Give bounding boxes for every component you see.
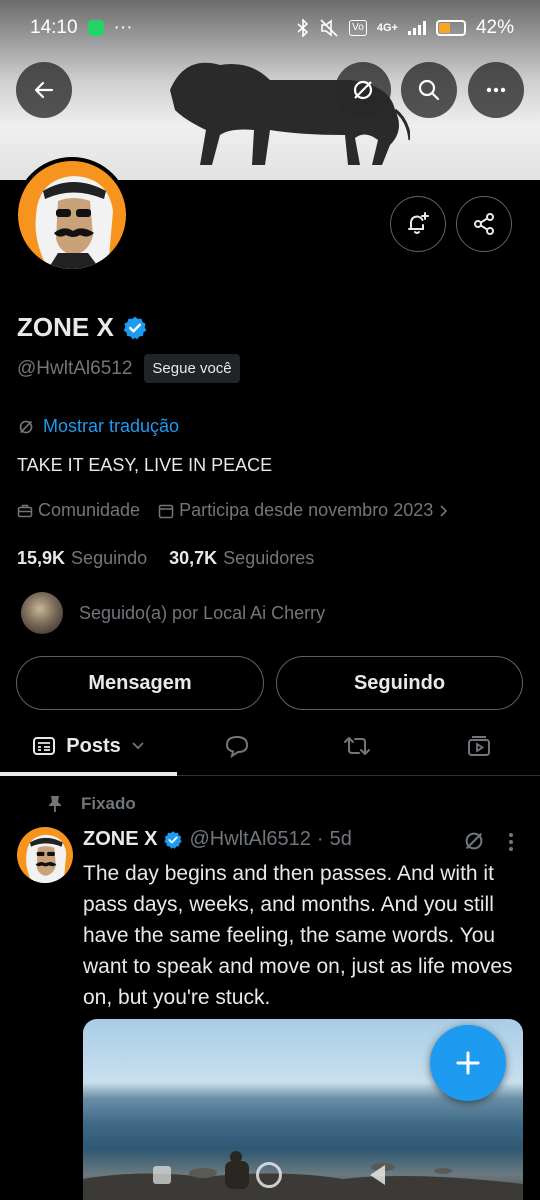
calendar-icon xyxy=(158,504,174,518)
followers-stat[interactable]: 30,7K Seguidores xyxy=(169,548,314,569)
profile-category: Comunidade xyxy=(17,500,140,521)
profile-joined-label: Participa desde novembro 2023 xyxy=(179,500,434,520)
share-button[interactable] xyxy=(456,196,512,252)
more-options-button[interactable] xyxy=(468,62,524,118)
follows-you-badge: Segue você xyxy=(144,354,240,383)
translate-icon xyxy=(353,80,373,100)
post-author-avatar[interactable] xyxy=(17,827,73,883)
plus-icon xyxy=(456,1051,480,1075)
tab-retweets[interactable] xyxy=(297,716,417,776)
avatar-illustration xyxy=(35,176,113,269)
recents-nav-button[interactable] xyxy=(152,1166,171,1184)
profile-category-label: Comunidade xyxy=(38,500,141,520)
show-translation-label[interactable]: Mostrar tradução xyxy=(43,416,179,437)
verified-badge-icon xyxy=(164,830,183,849)
avatar-image xyxy=(18,161,126,269)
battery-percent: 42% xyxy=(475,17,514,38)
battery-icon xyxy=(435,20,466,36)
posts-icon xyxy=(33,737,56,755)
compose-button[interactable] xyxy=(430,1025,506,1101)
tab-media[interactable] xyxy=(417,716,540,776)
home-nav-button[interactable] xyxy=(255,1162,282,1188)
briefcase-icon xyxy=(17,504,33,517)
following-stat[interactable]: 15,9K Seguindo xyxy=(17,548,147,569)
notifications-subscribe-button[interactable] xyxy=(390,196,446,252)
signal-icon xyxy=(407,21,426,35)
pinned-indicator: Fixado xyxy=(47,794,136,814)
profile-name: ZONE X xyxy=(17,312,114,342)
pin-icon xyxy=(49,796,61,812)
following-label: Seguindo xyxy=(71,548,148,568)
post-text: The day begins and then passes. And with… xyxy=(83,862,513,1009)
followed-by-row[interactable]: Seguido(a) por Local Ai Cherry xyxy=(21,592,325,634)
mute-icon xyxy=(320,19,338,37)
search-button[interactable] xyxy=(401,62,457,118)
profile-tabs: Posts xyxy=(0,716,540,776)
retweets-icon xyxy=(344,737,370,755)
followers-count: 30,7K xyxy=(169,548,218,568)
back-button[interactable] xyxy=(16,62,72,118)
pinned-label: Fixado xyxy=(81,794,136,813)
post-avatar-illustration xyxy=(26,834,67,883)
post-author-handle: @HwltAl6512 xyxy=(189,828,311,850)
translate-button[interactable] xyxy=(335,62,391,118)
profile-joined[interactable]: Participa desde novembro 2023 xyxy=(158,500,450,521)
more-horizontal-icon xyxy=(486,87,506,93)
status-time: 14:10 xyxy=(30,17,78,38)
status-bar: 14:10 ··· Vo 4G+ 42% xyxy=(0,0,540,56)
profile-meta: Comunidade Participa desde novembro 2023 xyxy=(17,500,450,521)
profile-handle: @HwltAl6512 xyxy=(17,357,133,379)
translate-icon xyxy=(19,420,33,433)
more-notifications-indicator: ··· xyxy=(113,17,133,38)
profile-name-row: ZONE X xyxy=(17,312,148,343)
followers-label: Seguidores xyxy=(223,548,315,568)
verified-badge-icon[interactable] xyxy=(122,315,148,341)
replies-icon xyxy=(225,735,249,758)
post-translate-icon[interactable] xyxy=(462,829,486,853)
tab-replies[interactable] xyxy=(177,716,297,776)
post-author-name[interactable]: ZONE X xyxy=(83,828,157,851)
follower-avatar xyxy=(21,592,63,634)
media-icon xyxy=(467,736,490,756)
show-translation-link[interactable]: Mostrar tradução xyxy=(17,416,179,437)
system-nav-bar xyxy=(0,1150,540,1200)
search-icon xyxy=(418,79,440,101)
whatsapp-icon xyxy=(87,20,104,36)
profile-handle-row: @HwltAl6512 Segue você xyxy=(17,354,240,383)
profile-avatar[interactable] xyxy=(14,157,130,273)
message-button[interactable]: Mensagem xyxy=(16,656,264,710)
post-header: ZONE X @HwltAl6512 · 5d xyxy=(83,828,352,851)
post-more-icon[interactable] xyxy=(506,831,516,853)
profile-bio: TAKE IT EASY, LIVE IN PEACE xyxy=(17,455,273,475)
followed-by-label: Seguido(a) por Local Ai Cherry xyxy=(79,602,326,623)
post-separator: · xyxy=(316,828,324,850)
back-nav-button[interactable] xyxy=(367,1163,387,1187)
share-icon xyxy=(474,213,494,235)
tab-posts[interactable]: Posts xyxy=(0,716,177,776)
bluetooth-icon xyxy=(297,19,309,37)
arrow-left-icon xyxy=(34,81,54,99)
follow-stats: 15,9K Seguindo 30,7K Seguidores xyxy=(17,548,314,569)
chevron-down-icon xyxy=(132,742,144,750)
network-type: 4G+ xyxy=(376,22,398,34)
following-button[interactable]: Seguindo xyxy=(276,656,523,710)
following-count: 15,9K xyxy=(17,548,66,568)
tab-posts-label: Posts xyxy=(66,734,121,757)
bell-plus-icon xyxy=(408,212,429,234)
post-time: 5d xyxy=(329,828,352,850)
chevron-right-icon xyxy=(440,504,448,517)
active-tab-indicator xyxy=(0,772,177,776)
volte-icon: Vo xyxy=(349,20,367,36)
